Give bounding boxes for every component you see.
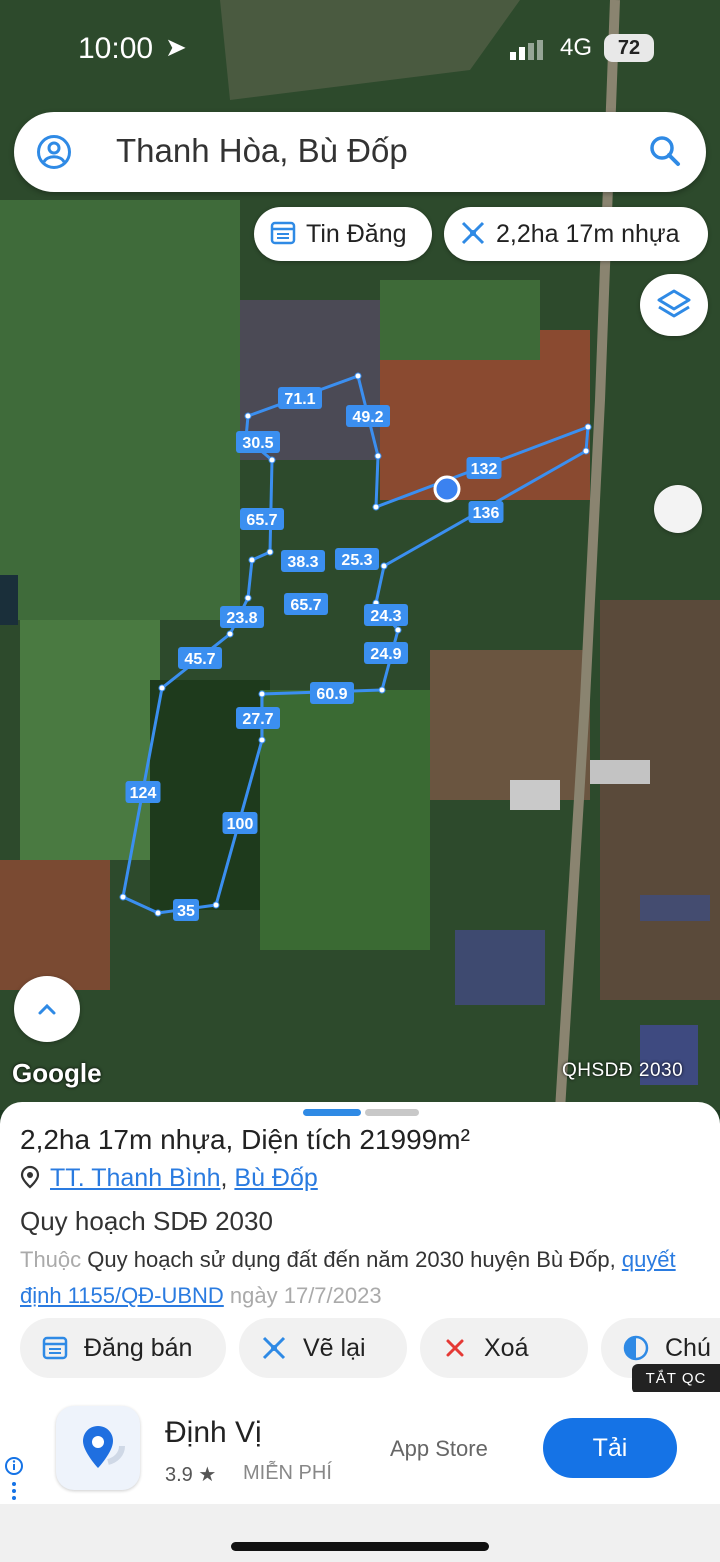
battery-indicator: 72	[604, 34, 654, 62]
measurement-label: 27.7	[236, 707, 280, 729]
signal-icon	[510, 40, 543, 60]
measurement-label: 124	[125, 781, 161, 803]
app-rating: 3.9 ★	[165, 1464, 217, 1486]
desc-comma: ,	[609, 1247, 622, 1272]
desc-date: ngày 17/7/2023	[223, 1283, 382, 1308]
search-icon[interactable]	[648, 134, 682, 168]
plot-chip-label: 2,2ha 17m nhựa	[496, 220, 680, 248]
ruler-icon	[262, 1336, 286, 1360]
layers-button[interactable]	[640, 274, 708, 336]
calendar-icon	[270, 221, 296, 245]
plot-chip[interactable]: 2,2ha 17m nhựa	[444, 207, 708, 261]
measurement-label: 49.2	[346, 405, 390, 427]
measurement-label: 24.9	[364, 642, 408, 664]
network-type: 4G	[560, 34, 593, 61]
post-sale-button[interactable]: Đăng bán	[20, 1318, 226, 1378]
desc-prefix: Thuộc	[20, 1247, 88, 1272]
sheet-handle-active[interactable]	[303, 1109, 361, 1116]
status-time: 10:00	[78, 32, 154, 65]
close-icon	[446, 1339, 464, 1357]
measurement-label: 132	[466, 457, 502, 479]
measurement-value: 35	[177, 903, 195, 920]
google-logo: Google	[12, 1058, 102, 1088]
measurement-value: 136	[473, 505, 500, 522]
measurement-label: 45.7	[178, 647, 222, 669]
measurement-value: 132	[471, 461, 498, 478]
sheet-handle-inactive[interactable]	[365, 1109, 419, 1116]
measurement-value: 65.7	[290, 597, 321, 614]
measurement-label: 25.3	[335, 548, 379, 570]
calendar-icon	[42, 1336, 68, 1360]
close-ad-button[interactable]: TẮT QC	[632, 1364, 720, 1394]
measurement-value: 124	[130, 785, 157, 802]
measurement-label: 65.7	[284, 593, 328, 615]
desc-main: Quy hoạch sử dụng đất đến năm 2030 huyện…	[87, 1247, 610, 1272]
measurement-value: 65.7	[246, 512, 277, 529]
layers-icon	[657, 289, 691, 318]
app-name: Định Vị	[165, 1416, 262, 1449]
measurement-label: 35	[173, 899, 199, 921]
measurement-value: 38.3	[287, 554, 318, 571]
location-separator: ,	[220, 1164, 235, 1192]
measurement-value: 100	[227, 816, 254, 833]
expand-up-button[interactable]	[14, 976, 80, 1042]
measurement-value: 24.3	[370, 608, 401, 625]
listing-chip[interactable]: Tin Đăng	[254, 207, 432, 261]
measurement-value: 30.5	[242, 435, 273, 452]
listing-chip-label: Tin Đăng	[306, 220, 407, 248]
measurement-value: 27.7	[242, 711, 273, 728]
ad-banner[interactable]: Định Vị 3.9 ★ MIỄN PHÍ App Store Tải	[0, 1392, 720, 1504]
delete-label: Xoá	[484, 1334, 529, 1362]
measurement-label: 100	[222, 812, 258, 834]
search-input[interactable]: Thanh Hòa, Bù Đốp	[116, 132, 408, 170]
measurement-label: 23.8	[220, 606, 264, 628]
app-logo	[56, 1406, 140, 1490]
measurement-value: 23.8	[226, 610, 257, 627]
location-district-link[interactable]: Bù Đốp	[234, 1164, 317, 1192]
contrast-icon	[623, 1335, 649, 1361]
redraw-button[interactable]: Vẽ lại	[239, 1318, 407, 1378]
measurement-label: 24.3	[364, 604, 408, 626]
floating-action-button[interactable]	[654, 485, 702, 533]
store-label: App Store	[390, 1436, 488, 1461]
measurement-label: 60.9	[310, 682, 354, 704]
measurement-label: 65.7	[240, 508, 284, 530]
post-sale-label: Đăng bán	[84, 1334, 193, 1362]
home-indicator-area	[0, 1504, 720, 1562]
chevron-up-icon	[38, 1003, 56, 1015]
delete-button[interactable]: Xoá	[420, 1318, 588, 1378]
measurement-label: 136	[468, 501, 504, 523]
home-indicator[interactable]	[231, 1542, 489, 1551]
search-bar[interactable]: Thanh Hòa, Bù Đốp	[14, 112, 706, 192]
measurement-value: 45.7	[184, 651, 215, 668]
map-layer-label: QHSDĐ 2030	[562, 1060, 684, 1081]
ruler-icon	[461, 221, 485, 245]
download-button[interactable]: Tải	[543, 1418, 677, 1478]
status-bar: 10:00 ➤ 4G 72	[0, 30, 720, 70]
location-pin-icon	[83, 1426, 125, 1468]
measurement-label: 30.5	[236, 431, 280, 453]
measurement-value: 25.3	[341, 552, 372, 569]
measurement-value: 24.9	[370, 646, 401, 663]
measurement-label: 38.3	[281, 550, 325, 572]
plot-title: 2,2ha 17m nhựa, Diện tích 21999m²	[20, 1124, 470, 1155]
redraw-label: Vẽ lại	[303, 1334, 366, 1362]
plan-title: Quy hoạch SDĐ 2030	[20, 1206, 273, 1236]
plan-description: Thuộc Quy hoạch sử dụng đất đến năm 2030…	[20, 1242, 700, 1314]
measurement-label: 71.1	[278, 387, 322, 409]
info-icon[interactable]	[4, 1456, 26, 1502]
app-price: MIỄN PHÍ	[243, 1462, 332, 1484]
location-arrow-icon: ➤	[165, 32, 187, 62]
pin-icon	[20, 1165, 40, 1189]
location-commune-link[interactable]: TT. Thanh Bình	[50, 1164, 220, 1192]
measurement-value: 71.1	[284, 391, 315, 408]
measurement-value: 49.2	[352, 409, 383, 426]
user-icon[interactable]	[36, 134, 72, 170]
location-line: TT. Thanh Bình, Bù Đốp	[20, 1164, 318, 1193]
measurement-value: 60.9	[316, 686, 347, 703]
